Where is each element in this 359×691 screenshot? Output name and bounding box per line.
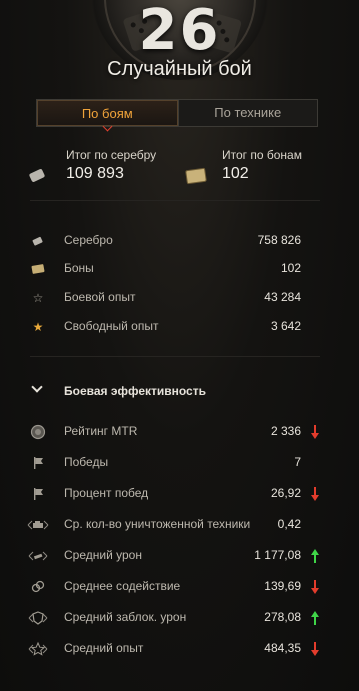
bonds-icon [30, 261, 46, 277]
stat-label: Победы [64, 455, 109, 469]
stat-label: Процент побед [64, 486, 149, 500]
star-outline-icon: ☆ [32, 291, 44, 305]
flag-percent-icon [30, 486, 46, 502]
earnings-label: Серебро [64, 233, 113, 247]
stat-row-avg-blocked: Средний заблок. урон 278,08 [0, 607, 359, 629]
stat-value: 7 [294, 455, 301, 469]
earnings-value: 102 [280, 261, 301, 275]
earnings-label: Свободный опыт [64, 319, 159, 333]
stat-label: Рейтинг MTR [64, 424, 138, 438]
tab-by-vehicles[interactable]: По технике [179, 100, 318, 126]
totals-block: Итог по серебру 109 893 Итог по бонам 10… [0, 138, 359, 198]
earnings-row-silver: Серебро 758 826 [0, 230, 359, 252]
bonds-icon [185, 167, 207, 185]
total-bonds-value: 102 [222, 165, 249, 182]
total-silver: Итог по серебру 109 893 [66, 148, 156, 183]
stat-value: 278,08 [264, 610, 301, 624]
damage-icon [26, 548, 50, 564]
stat-label: Средний опыт [64, 641, 144, 655]
trend-down-icon [311, 487, 319, 501]
earnings-label: Боны [64, 261, 94, 275]
star-gold-icon: ★ [32, 320, 44, 334]
efficiency-section-header[interactable]: Боевая эффективность [0, 366, 359, 416]
stat-row-mtr: Рейтинг MTR 2 336 [0, 421, 359, 443]
stat-value: 0,42 [277, 517, 301, 531]
stat-value: 26,92 [270, 486, 301, 500]
mtr-badge-icon [30, 424, 46, 440]
stat-label: Ср. кол-во уничтоженной техники [64, 517, 251, 531]
stat-row-winrate: Процент побед 26,92 [0, 483, 359, 505]
earnings-label: Боевой опыт [64, 290, 136, 304]
earnings-row-bonds: Боны 102 [0, 258, 359, 280]
stat-label: Средний урон [64, 548, 142, 562]
battle-type-title: Случайный бой [107, 58, 252, 80]
earnings-value: 758 826 [257, 233, 301, 247]
earnings-value: 43 284 [264, 290, 301, 304]
divider [30, 200, 320, 201]
trend-down-icon [311, 580, 319, 594]
trend-down-icon [311, 425, 319, 439]
chevron-down-icon[interactable] [31, 381, 43, 393]
stat-row-avg-assist: Среднее содействие 139,69 [0, 576, 359, 598]
flag-icon [30, 455, 46, 471]
stat-row-avg-damage: Средний урон 1 177,08 [0, 545, 359, 567]
trend-up-icon [311, 549, 319, 563]
avg-xp-star-icon [26, 641, 50, 657]
earnings-row-free-xp: ★ Свободный опыт 3 642 [0, 316, 359, 338]
silver-icon [30, 233, 46, 249]
stat-row-avg-xp: Средний опыт 484,35 [0, 638, 359, 660]
stat-value: 484,35 [264, 641, 301, 655]
trend-down-icon [311, 642, 319, 656]
trend-up-icon [311, 611, 319, 625]
total-bonds-label: Итог по бонам [222, 148, 302, 162]
stat-row-destroyed: Ср. кол-во уничтоженной техники 0,42 [0, 514, 359, 536]
battle-results-panel: 26 Случайный бой По боям По технике Итог… [0, 0, 359, 691]
total-bonds: Итог по бонам 102 [222, 148, 302, 183]
efficiency-section-title: Боевая эффективность [64, 384, 206, 398]
divider [30, 356, 320, 357]
earnings-row-combat-xp: ☆ Боевой опыт 43 284 [0, 287, 359, 309]
blocked-shield-icon [26, 610, 50, 626]
view-tabs: По боям По технике [36, 99, 318, 127]
total-silver-label: Итог по серебру [66, 148, 157, 162]
stat-value: 139,69 [264, 579, 301, 593]
tab-by-battles[interactable]: По боям [37, 100, 178, 126]
earnings-value: 3 642 [270, 319, 301, 333]
stat-label: Средний заблок. урон [64, 610, 187, 624]
destroyed-tank-icon [26, 517, 50, 533]
silver-icon [28, 168, 46, 183]
stat-label: Среднее содействие [64, 579, 181, 593]
total-silver-value: 109 893 [66, 165, 124, 182]
stat-row-wins: Победы 7 [0, 452, 359, 474]
assist-icon [30, 579, 46, 595]
battles-count: 26 [138, 0, 221, 63]
stat-value: 1 177,08 [254, 548, 301, 562]
stat-value: 2 336 [270, 424, 301, 438]
